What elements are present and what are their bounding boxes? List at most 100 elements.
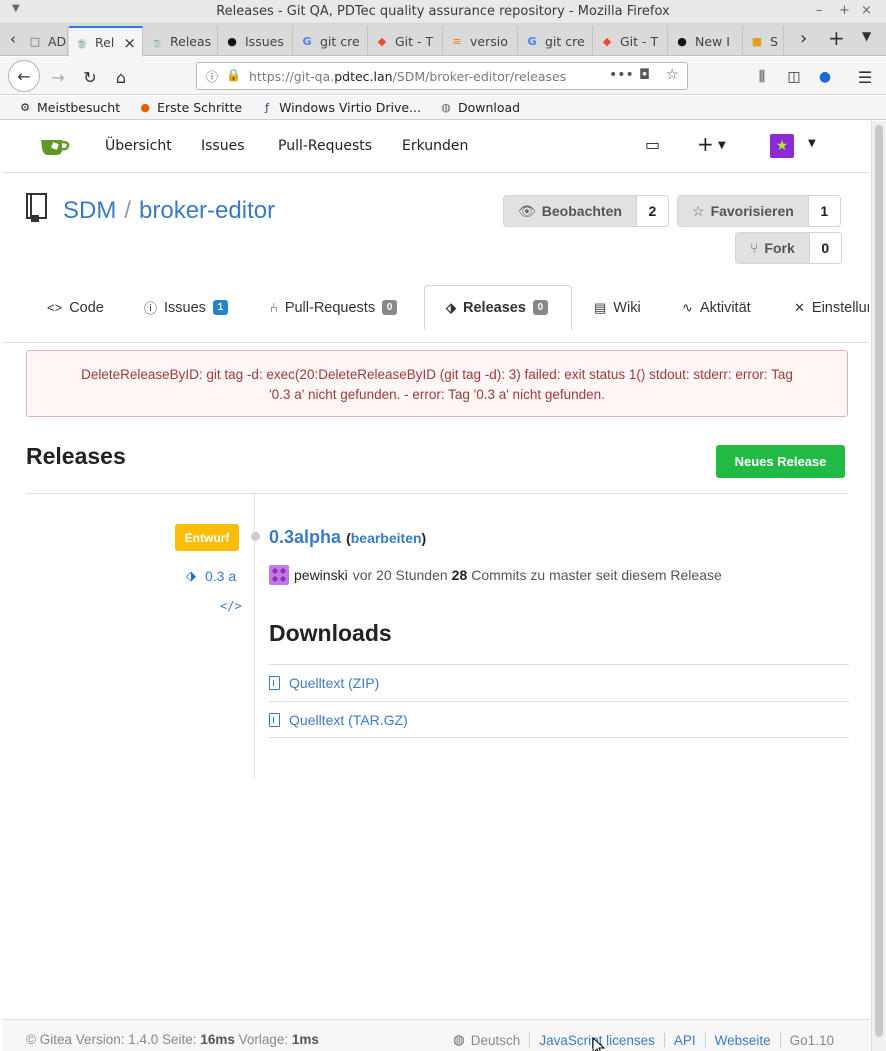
nav-explore[interactable]: Erkunden — [402, 138, 468, 154]
tab-code[interactable]: <> Code — [47, 285, 104, 330]
url-bar[interactable]: ⓘ 🔒 https://git-qa.pdtec.lan/SDM/broker-… — [196, 62, 688, 90]
star-count[interactable]: 1 — [807, 196, 840, 226]
bookmark-virtio-drivers[interactable]: ƒ Windows Virtio Drive... — [260, 100, 421, 115]
commit-count[interactable]: 28 — [452, 567, 468, 583]
issue-icon: ⓘ — [144, 301, 158, 316]
bookmark-star-icon[interactable]: ☆ — [666, 67, 679, 83]
browser-tab[interactable]: ◆ Git - T — [594, 26, 668, 56]
download-zip[interactable]: Quelltext (ZIP) — [269, 664, 849, 701]
release-title-link[interactable]: 0.3alpha — [269, 527, 341, 547]
tag-icon: ⬗ — [446, 299, 456, 315]
tab-releases[interactable]: ⬗ Releases 0 — [424, 285, 572, 330]
home-button[interactable]: ⌂ — [107, 63, 135, 91]
nav-issues[interactable]: Issues — [201, 138, 245, 154]
tab-activity[interactable]: ∿ Aktivität — [682, 285, 751, 330]
site-info-icon[interactable]: ⓘ — [206, 68, 218, 85]
website-link[interactable]: Webseite — [715, 1033, 771, 1048]
release-tag[interactable]: ⬗ 0.3 a — [186, 568, 236, 584]
gitea-navbar: Übersicht Issues Pull-Requests Erkunden … — [3, 121, 869, 173]
globe-icon: ◍ — [441, 101, 451, 114]
browser-tab[interactable]: ● New I — [669, 26, 743, 56]
timeline-dot — [251, 532, 260, 541]
nav-overview[interactable]: Übersicht — [105, 138, 172, 154]
chevron-down-icon[interactable]: ▼ — [718, 140, 726, 151]
author-avatar[interactable] — [269, 565, 289, 585]
window-titlebar: ▼ Releases - Git QA, PDTec quality assur… — [0, 0, 886, 24]
tab-settings[interactable]: ✕ Einstellun — [794, 285, 869, 330]
tab-scroll-left-icon[interactable]: ‹ — [10, 30, 16, 48]
library-icon[interactable]: ⫼ — [748, 63, 776, 91]
star-button-group: ☆ Favorisieren 1 — [677, 195, 841, 227]
browser-tab[interactable]: G git cre — [519, 26, 593, 56]
browser-tab[interactable]: ≡ versio — [444, 26, 518, 56]
nav-pull-requests[interactable]: Pull-Requests — [278, 138, 372, 154]
star-icon: ☆ — [692, 202, 705, 219]
reload-button[interactable]: ↻ — [76, 63, 104, 91]
browser-tab-active[interactable]: 🍵 Rel × — [69, 26, 143, 57]
browser-tab[interactable]: ◆ Git - T — [369, 26, 443, 56]
tab-bar: ‹ □ ADM 🍵 Rel × 🍵 Releas ● Issues G git … — [0, 24, 886, 57]
bookmark-erste-schritte[interactable]: ● Erste Schritte — [138, 100, 242, 115]
url-text[interactable]: https://git-qa.pdtec.lan/SDM/broker-edit… — [249, 69, 566, 84]
tab-list-icon[interactable]: ▼ — [862, 29, 871, 43]
tab-scroll-right-icon[interactable]: › — [800, 28, 807, 49]
pocket-icon[interactable]: ◘ — [639, 67, 650, 83]
new-release-button[interactable]: Neues Release — [716, 445, 845, 478]
close-window-icon[interactable]: × — [861, 3, 872, 18]
releases-count-badge: 0 — [532, 300, 548, 315]
repo-owner-link[interactable]: SDM — [63, 197, 116, 224]
github-icon: ● — [677, 34, 687, 48]
minimize-icon[interactable]: – — [816, 3, 823, 18]
browser-tab[interactable]: G git cre — [294, 26, 368, 56]
book-icon: ▤ — [594, 299, 607, 315]
fork-count[interactable]: 0 — [808, 233, 841, 263]
maximize-icon[interactable]: + — [839, 3, 850, 18]
footer-version: © Gitea Version: 1.4.0 Seite: 16ms Vorla… — [26, 1032, 319, 1047]
language-selector[interactable]: Deutsch — [471, 1033, 521, 1048]
browser-tab[interactable]: ■ S — [744, 26, 784, 56]
api-link[interactable]: API — [674, 1033, 696, 1048]
back-button[interactable]: ← — [8, 60, 40, 92]
error-line-2: '0.3 a' nicht gefunden. - error: Tag '0.… — [269, 387, 605, 402]
tab-close-icon[interactable]: × — [123, 34, 136, 52]
create-plus-icon[interactable]: + — [697, 132, 714, 156]
eye-icon: 👁 — [518, 202, 536, 219]
footer-links: ◍ Deutsch JavaScript licenses API Websei… — [453, 1032, 834, 1048]
page-scrollbar[interactable] — [871, 121, 886, 1051]
stackoverflow-icon: ≡ — [452, 34, 462, 48]
code-icon[interactable]: </> — [220, 599, 242, 613]
tab-wiki[interactable]: ▤ Wiki — [594, 285, 641, 330]
watch-button[interactable]: 👁 Beobachten — [504, 196, 636, 226]
watch-count[interactable]: 2 — [635, 196, 668, 226]
download-targz[interactable]: Quelltext (TAR.GZ) — [269, 701, 849, 738]
pull-requests-count-badge: 0 — [382, 300, 398, 315]
repo-name-link[interactable]: broker-editor — [139, 197, 275, 224]
go-version: Go1.10 — [789, 1032, 834, 1048]
new-tab-icon[interactable]: + — [828, 26, 845, 50]
edit-release-link[interactable]: bearbeiten — [351, 530, 422, 546]
notifications-inbox-icon[interactable]: ▭ — [645, 135, 660, 154]
browser-tab[interactable]: □ ADM — [22, 26, 68, 56]
tab-issues[interactable]: ⓘ Issues 1 — [144, 285, 228, 330]
bookmark-meistbesucht[interactable]: ⚙ Meistbesucht — [18, 100, 120, 115]
gitea-logo-icon[interactable] — [40, 135, 70, 157]
browser-tab[interactable]: ● Issues — [219, 26, 293, 56]
fork-button[interactable]: ⑂ Fork — [736, 233, 809, 263]
bookmarks-toolbar: ⚙ Meistbesucht ● Erste Schritte ƒ Window… — [0, 96, 886, 120]
author-name[interactable]: pewinski — [294, 567, 348, 583]
forward-button[interactable]: → — [44, 63, 72, 91]
user-menu-chevron-icon[interactable]: ▼ — [808, 138, 816, 149]
repo-tabs: <> Code ⓘ Issues 1 ⑃ Pull-Requests 0 ⬗ Release… — [3, 285, 869, 330]
sidebar-icon[interactable]: ◫ — [780, 63, 808, 91]
star-button[interactable]: ☆ Favorisieren — [678, 196, 808, 226]
pulse-icon: ∿ — [682, 299, 693, 315]
bookmark-download[interactable]: ◍ Download — [439, 100, 520, 115]
account-icon[interactable]: ● — [811, 63, 839, 91]
menu-icon[interactable]: ☰ — [851, 63, 879, 91]
scrollbar-thumb[interactable] — [875, 125, 883, 1037]
tab-favicon-icon: ■ — [751, 34, 763, 48]
page-actions-icon[interactable]: ••• — [609, 67, 634, 83]
user-avatar[interactable]: ★ — [770, 134, 794, 158]
browser-tab[interactable]: 🍵 Releas — [144, 26, 218, 56]
tab-pull-requests[interactable]: ⑃ Pull-Requests 0 — [270, 285, 398, 330]
